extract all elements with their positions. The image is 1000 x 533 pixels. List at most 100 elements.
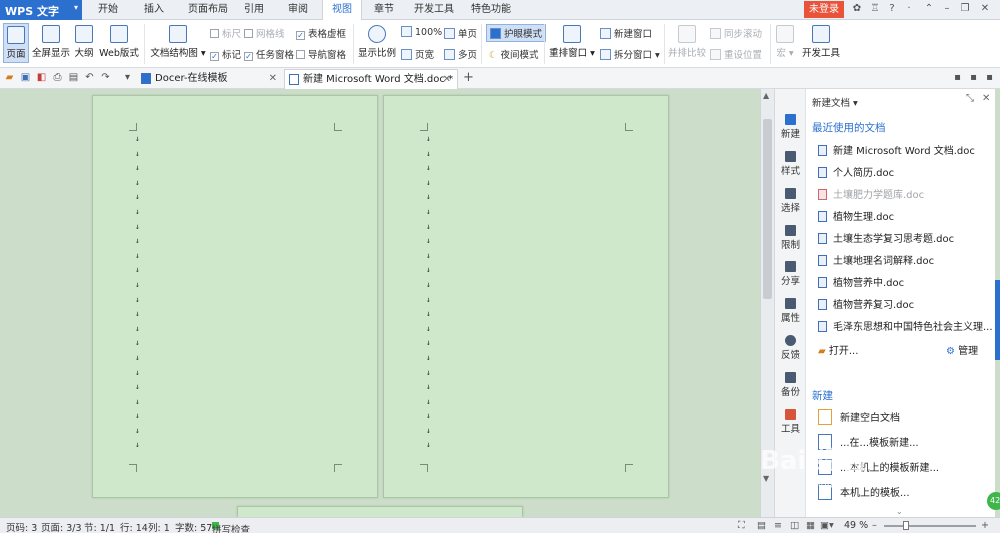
tab-developer[interactable]: 开发工具 xyxy=(410,0,458,20)
developer-tools-button[interactable]: 开发工具 xyxy=(801,25,841,59)
minimize-icon[interactable]: – xyxy=(940,3,954,14)
skin-icon[interactable]: ✿ xyxy=(850,3,864,14)
close-icon[interactable]: ✕ xyxy=(978,3,992,14)
reading-status-icon[interactable]: ▦ xyxy=(806,520,815,531)
zoom-ratio-button[interactable]: 显示比例 xyxy=(357,25,397,59)
arrange-window-button[interactable]: 重排窗口 ▾ xyxy=(549,25,595,59)
tab-references[interactable]: 引用 xyxy=(240,0,268,20)
sync-scroll-button[interactable]: 同步滚动 xyxy=(710,26,762,40)
open-file-link[interactable]: ▰ 打开... xyxy=(818,342,858,357)
print-icon[interactable]: ⎙ xyxy=(52,72,63,83)
nav-share[interactable]: 分享 xyxy=(775,261,806,287)
layout-icon[interactable]: ▪ xyxy=(968,72,979,83)
multi-page-button[interactable]: 多页 xyxy=(444,47,477,61)
save-icon[interactable]: ▣ xyxy=(20,72,31,83)
document-page-2[interactable]: ↓ ↓ ↓ ↓ ↓ ↓ ↓ ↓ ↓ ↓ ↓ ↓ ↓ ↓ ↓ ↓ ↓ ↓ ↓ ↓ ↓ ↓ xyxy=(383,95,669,498)
document-page-1[interactable]: ↓ ↓ ↓ ↓ ↓ ↓ ↓ ↓ ↓ ↓ ↓ ↓ ↓ ↓ ↓ ↓ ↓ ↓ ↓ ↓ ↓ ↓ xyxy=(92,95,378,498)
pane-edge-tab[interactable] xyxy=(995,280,1000,360)
nav-pane-checkbox[interactable]: 导航窗格 xyxy=(296,47,346,61)
nav-feedback[interactable]: 反馈 xyxy=(775,335,806,361)
more-icon[interactable]: · xyxy=(902,3,916,14)
zoom-slider-track[interactable] xyxy=(884,525,976,527)
split-window-button[interactable]: 拆分窗口 ▾ xyxy=(600,47,660,61)
nav-tools[interactable]: 工具 xyxy=(775,409,806,435)
open-icon[interactable]: ▰ xyxy=(4,72,15,83)
assistant-badge[interactable]: 42 xyxy=(987,492,1000,510)
tab-features[interactable]: 特色功能 xyxy=(466,0,516,20)
zoom-out-icon[interactable]: – xyxy=(872,520,877,531)
pane-title[interactable]: 新建文档 ▾ xyxy=(812,95,858,109)
tab-home[interactable]: 开始 xyxy=(90,0,126,20)
ruler-checkbox[interactable]: 标尺 xyxy=(210,26,241,40)
nav-style[interactable]: 样式 xyxy=(775,151,806,177)
page-view-status-icon[interactable]: ▤ xyxy=(757,520,766,531)
print-preview-icon[interactable]: ▤ xyxy=(68,72,79,83)
recent-item[interactable]: 土壤肥力学题库.doc xyxy=(818,186,924,201)
eye-mode-button[interactable]: 护眼模式 xyxy=(486,24,547,42)
web-status-icon[interactable]: ◫ xyxy=(790,520,799,531)
outline-status-icon[interactable]: ≡ xyxy=(774,520,782,531)
scroll-up-icon[interactable]: ▲ xyxy=(763,91,769,100)
window-list-icon[interactable]: ▪ xyxy=(984,72,995,83)
redo-icon[interactable]: ↷ xyxy=(100,72,111,83)
app-menu-button[interactable]: WPS 文字 ▾ xyxy=(0,0,82,20)
shirt-icon[interactable]: ♖ xyxy=(868,3,882,14)
outline-button[interactable]: 大纲 xyxy=(73,25,95,59)
login-button[interactable]: 未登录 xyxy=(804,1,844,18)
tab-insert[interactable]: 插入 xyxy=(136,0,172,20)
doc-map-button[interactable]: 文档结构图 ▾ xyxy=(150,25,206,59)
nav-restrict[interactable]: 限制 xyxy=(775,225,806,251)
nav-backup[interactable]: 备份 xyxy=(775,372,806,398)
close-tab-icon[interactable]: ✕ xyxy=(269,69,277,88)
task-pane-checkbox[interactable]: ✓ 任务窗格 xyxy=(244,47,294,61)
eye-status-icon[interactable]: ▣▾ xyxy=(820,520,834,531)
tab-current-document[interactable]: 新建 Microsoft Word 文档.doc * ✕ xyxy=(284,69,458,89)
zoom-100-button[interactable]: 100% xyxy=(401,26,442,38)
nav-new[interactable]: 新建 xyxy=(775,114,806,140)
recent-item[interactable]: 毛泽东思想和中国特色社会主义理... xyxy=(818,318,993,333)
undo-icon[interactable]: ↶ xyxy=(84,72,95,83)
dock-icon[interactable]: ⤡ xyxy=(966,93,974,104)
manage-link[interactable]: ⚙ 管理 xyxy=(946,342,978,357)
pane-scroll-down-icon[interactable]: ⌄ xyxy=(896,507,903,516)
recent-item[interactable]: 新建 Microsoft Word 文档.doc xyxy=(818,142,975,157)
fullscreen-button[interactable]: 全屏显示 xyxy=(32,25,70,59)
collapse-ribbon-icon[interactable]: ⌃ xyxy=(922,3,936,14)
close-tab-icon[interactable]: ✕ xyxy=(443,70,451,89)
pane-toggle-icon[interactable]: ▪ xyxy=(952,72,963,83)
recent-item[interactable]: 植物营养中.doc xyxy=(818,274,904,289)
new-window-button[interactable]: 新建窗口 xyxy=(600,26,652,40)
side-by-side-button[interactable]: 并排比较 xyxy=(668,25,706,59)
document-page-3[interactable] xyxy=(237,506,523,517)
restore-icon[interactable]: ❐ xyxy=(958,3,972,14)
nav-properties[interactable]: 属性 xyxy=(775,298,806,324)
table-gridlines-checkbox[interactable]: ✓ 表格虚框 xyxy=(296,26,346,40)
recent-item[interactable]: 土壤地理名词解释.doc xyxy=(818,252,934,267)
customize-chevron-icon[interactable]: ▾ xyxy=(122,72,133,83)
zoom-slider-thumb[interactable] xyxy=(903,521,909,530)
new-blank-document[interactable]: 新建空白文档 xyxy=(818,409,900,425)
nav-select[interactable]: 选择 xyxy=(775,188,806,214)
recent-item[interactable]: 植物生理.doc xyxy=(818,208,894,223)
scrollbar-thumb[interactable] xyxy=(763,119,772,299)
tab-chapter[interactable]: 章节 xyxy=(366,0,402,20)
tab-review[interactable]: 审阅 xyxy=(280,0,316,20)
pdf-icon[interactable]: ◧ xyxy=(36,72,47,83)
gridlines-checkbox[interactable]: 网格线 xyxy=(244,26,285,40)
new-tab-icon[interactable]: + xyxy=(463,70,474,85)
recent-item[interactable]: 个人简历.doc xyxy=(818,164,894,179)
marks-checkbox[interactable]: ✓ 标记 xyxy=(210,47,241,61)
page-view-button[interactable]: 页面 xyxy=(3,23,29,63)
web-layout-button[interactable]: Web版式 xyxy=(99,25,139,59)
tab-docer-templates[interactable]: Docer-在线模板 ✕ xyxy=(137,69,283,89)
recent-item[interactable]: 土壤生态学复习思考题.doc xyxy=(818,230,954,245)
status-word-count[interactable]: 字数: 57 xyxy=(175,520,212,533)
macro-button[interactable]: 宏 ▾ xyxy=(774,25,796,59)
single-page-button[interactable]: 单页 xyxy=(444,26,477,40)
zoom-level[interactable]: 49 % xyxy=(844,520,868,531)
tab-view[interactable]: 视图 xyxy=(322,0,362,21)
recent-item[interactable]: 植物营养复习.doc xyxy=(818,296,914,311)
night-mode-button[interactable]: ☾ 夜间模式 xyxy=(489,47,539,61)
zoom-in-icon[interactable]: + xyxy=(981,520,989,531)
fit-page-icon[interactable]: ⛶ xyxy=(738,520,745,531)
